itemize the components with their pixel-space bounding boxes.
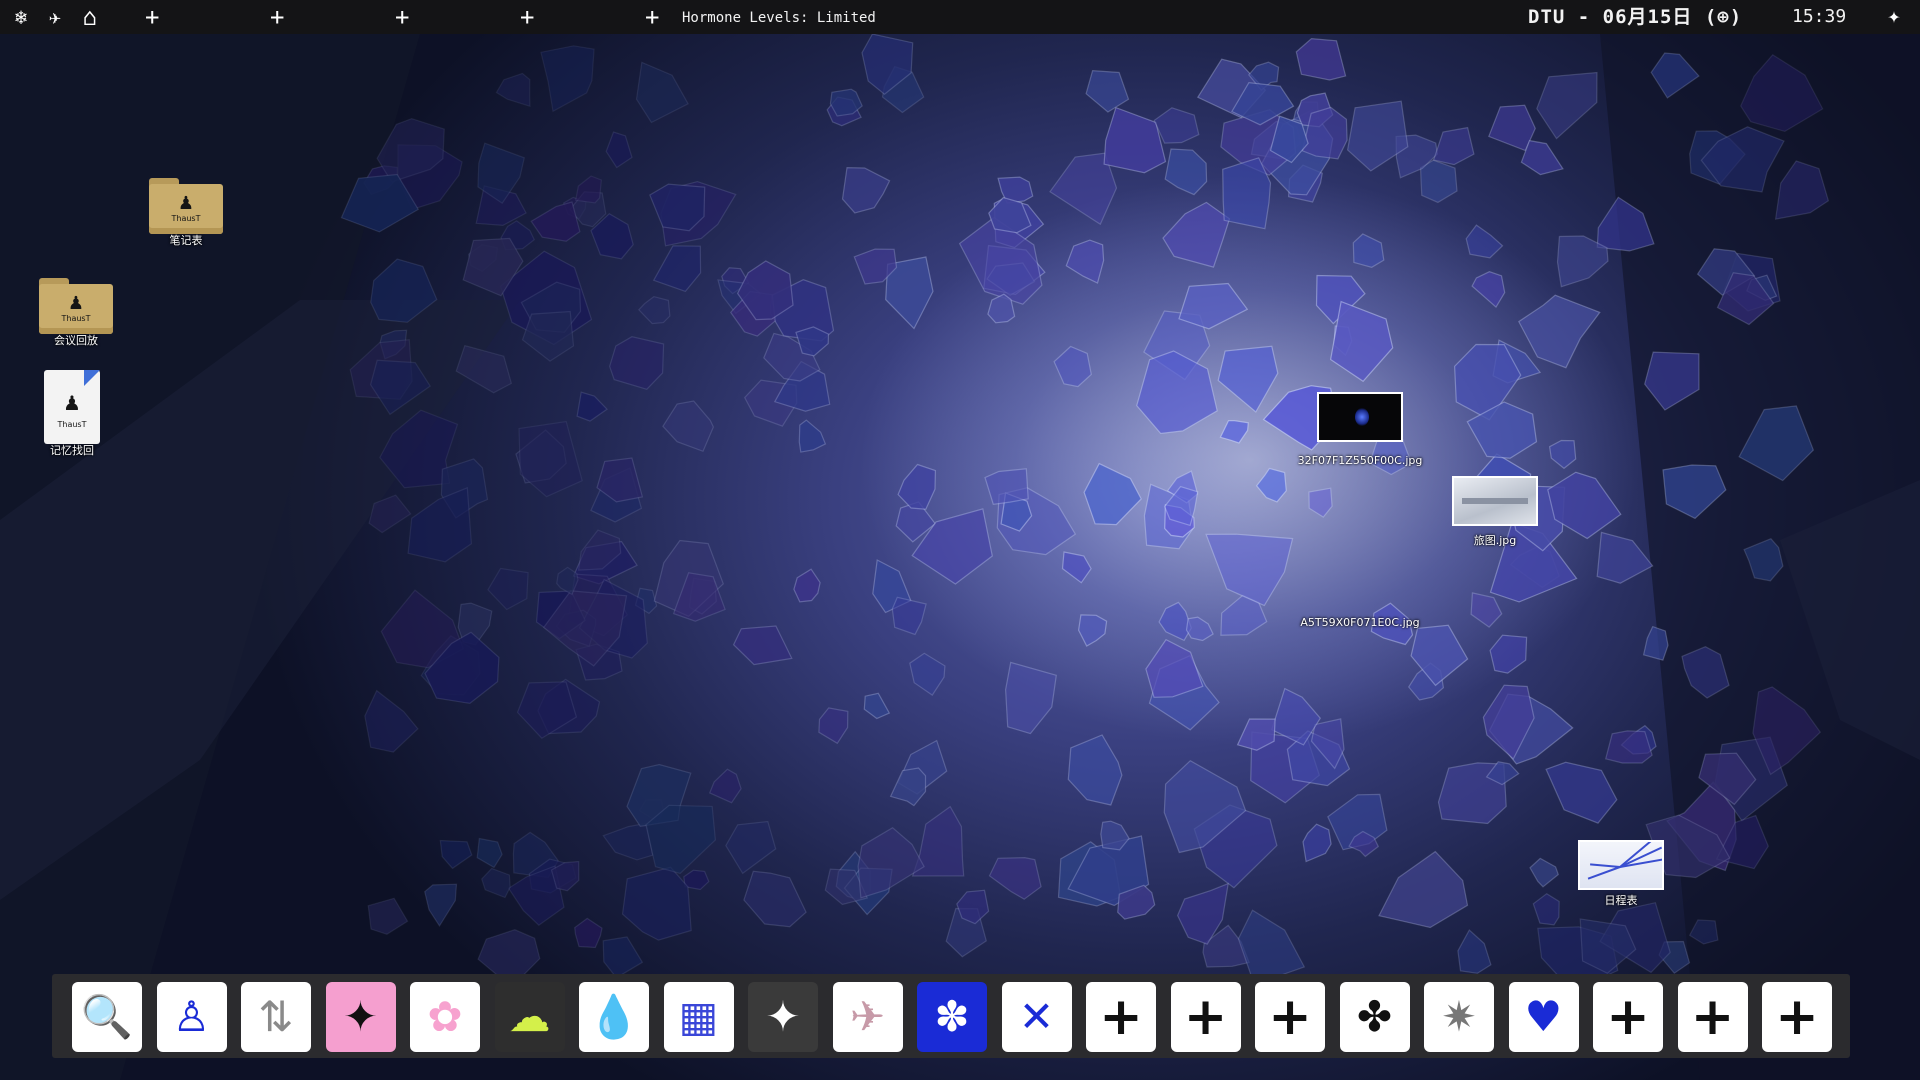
folder-label: 会议回放: [54, 334, 98, 347]
file-label: 旅图.jpg: [1473, 534, 1517, 547]
angel-figure-icon: ♙: [172, 992, 211, 1041]
folder-icon: ♟ ThausT: [39, 278, 113, 334]
image-thumbnail: [1578, 840, 1664, 890]
asterisk-flower-icon: ✽: [934, 992, 970, 1041]
folder-brand-text: ThausT: [171, 214, 201, 223]
star-icon: ✦: [765, 992, 801, 1041]
document-brand-text: ThausT: [57, 420, 87, 429]
folder-brand-text: ThausT: [61, 314, 91, 323]
snowflake-icon[interactable]: ❄: [8, 4, 34, 30]
dock-item-heart[interactable]: ♥: [1508, 982, 1579, 1052]
transfer-arrows-icon: ⇅: [258, 992, 294, 1041]
add-workspace-button-2[interactable]: +: [270, 3, 284, 31]
search-document-icon: 🔍: [80, 992, 134, 1041]
angel-logo-icon: ♟: [63, 391, 81, 415]
file-schedule[interactable]: 日程表: [1576, 840, 1666, 908]
dock-item-sparkle[interactable]: ✦: [325, 982, 396, 1052]
file-label: A5T59X0F071E0C.jpg: [1300, 616, 1420, 629]
image-thumbnail: [1317, 392, 1403, 442]
add-workspace-button-5[interactable]: +: [645, 3, 659, 31]
paper-plane-icon[interactable]: ✈: [40, 4, 70, 30]
dock-item-add[interactable]: +: [1255, 982, 1325, 1052]
add-icon: +: [1690, 987, 1735, 1047]
crossed-lines-icon: ✕: [1018, 992, 1055, 1041]
dock-item-star[interactable]: ✦: [748, 982, 818, 1052]
dock-item-burst-star[interactable]: ✷: [1424, 982, 1494, 1052]
water-drop-icon: 💧: [587, 992, 641, 1041]
dock-item-add[interactable]: +: [1170, 982, 1241, 1052]
file-label: 32F07F1Z550F00C.jpg: [1297, 454, 1423, 467]
desktop: ❄ ✈ ⌂ + + + + + Hormone Levels: Limited …: [0, 0, 1920, 1080]
file-label: 日程表: [1604, 894, 1638, 907]
dock-item-water-drop[interactable]: 💧: [579, 982, 649, 1052]
image-file-2[interactable]: 旅图.jpg: [1450, 476, 1540, 548]
add-icon: +: [1606, 987, 1650, 1047]
image-file-1[interactable]: 32F07F1Z550F00C.jpg: [1290, 392, 1430, 468]
dock-item-flower[interactable]: ✿: [410, 982, 480, 1052]
hormone-status-text: Hormone Levels: Limited: [682, 10, 876, 26]
dock: 🔍 ♙ ⇅ ✦ ✿ ☁ 💧 ▦ ✦ ✈ ✽ ✕ + + + ✤ ✷ ♥ + + +: [52, 974, 1850, 1058]
folder-notebook[interactable]: ♟ ThausT 笔记表: [146, 178, 226, 248]
add-workspace-button-3[interactable]: +: [395, 3, 409, 31]
image-thumbnail: [1452, 476, 1538, 526]
home-icon[interactable]: ⌂: [76, 4, 104, 30]
cloud-icon: ☁: [508, 992, 551, 1041]
sparkle-icon: ✦: [342, 992, 379, 1041]
file-memory-recovery[interactable]: ♟ ThausT 记忆找回: [32, 370, 112, 458]
paper-plane-icon: ✈: [849, 992, 886, 1041]
dock-item-add[interactable]: +: [1677, 982, 1748, 1052]
top-menu-bar: ❄ ✈ ⌂ + + + + + Hormone Levels: Limited …: [0, 0, 1920, 34]
dock-item-paper-plane[interactable]: ✈: [832, 982, 903, 1052]
add-workspace-button-1[interactable]: +: [145, 3, 159, 31]
dock-item-asterisk-flower[interactable]: ✽: [917, 982, 987, 1052]
folder-meeting-replay[interactable]: ♟ ThausT 会议回放: [36, 278, 116, 348]
angel-logo-icon: ♟: [67, 293, 85, 314]
clock-display[interactable]: 15:39: [1792, 5, 1846, 29]
dock-item-transfer-arrows[interactable]: ⇅: [241, 982, 311, 1052]
folder-label: 笔记表: [169, 234, 203, 247]
add-icon: +: [1099, 987, 1143, 1047]
dock-item-checkered-pattern[interactable]: ▦: [663, 982, 734, 1052]
propeller-icon: ✤: [1356, 992, 1393, 1041]
dock-item-add[interactable]: +: [1762, 982, 1832, 1052]
add-icon: +: [1775, 987, 1819, 1047]
angel-logo-icon: ♟: [177, 193, 195, 214]
dock-item-crossed-lines[interactable]: ✕: [1001, 982, 1072, 1052]
dock-item-angel-figure[interactable]: ♙: [156, 982, 227, 1052]
dock-item-add[interactable]: +: [1593, 982, 1663, 1052]
dock-item-propeller[interactable]: ✤: [1339, 982, 1410, 1052]
add-workspace-button-4[interactable]: +: [520, 3, 534, 31]
burst-star-icon: ✷: [1441, 992, 1477, 1041]
flower-icon: ✿: [427, 992, 463, 1041]
dock-item-search-document[interactable]: 🔍: [72, 982, 142, 1052]
wallpaper-crystals: [0, 33, 1920, 1080]
heart-icon: ♥: [1524, 992, 1563, 1041]
checkered-pattern-icon: ▦: [678, 992, 719, 1041]
document-icon: ♟ ThausT: [44, 370, 100, 444]
sparkle-icon[interactable]: ✦: [1880, 4, 1908, 30]
dock-item-add[interactable]: +: [1086, 982, 1156, 1052]
dock-item-cloud[interactable]: ☁: [494, 982, 565, 1052]
add-icon: +: [1183, 987, 1228, 1047]
add-icon: +: [1268, 987, 1312, 1047]
folder-icon: ♟ ThausT: [149, 178, 223, 234]
date-display[interactable]: DTU - 06月15日 (⊕): [1528, 5, 1742, 29]
file-label: 记忆找回: [50, 444, 94, 457]
image-file-3[interactable]: A5T59X0F071E0C.jpg: [1290, 616, 1430, 630]
